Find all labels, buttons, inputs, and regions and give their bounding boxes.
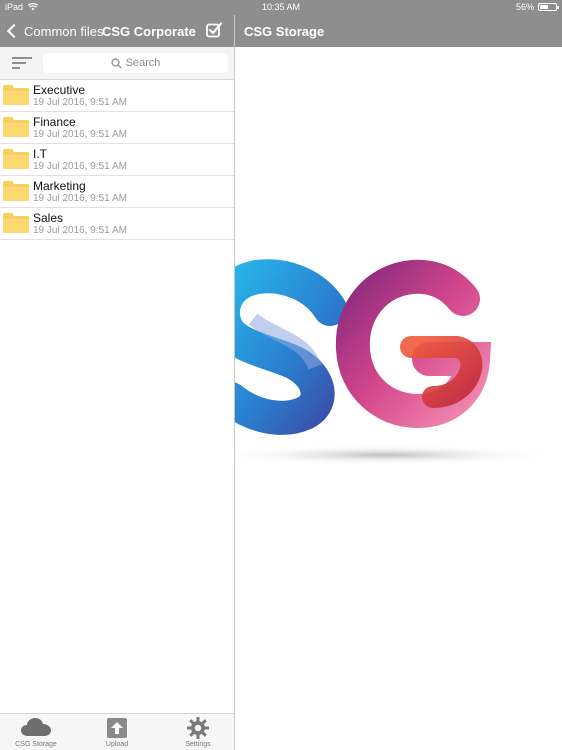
file-name: Finance: [33, 115, 76, 129]
chevron-left-icon: [6, 23, 22, 39]
file-name: Marketing: [33, 179, 86, 193]
preview-pane: [235, 47, 562, 750]
file-list: Executive 19 Jul 2016, 9:51 AM Finance 1…: [0, 80, 234, 240]
folder-title: CSG Corporate: [102, 24, 196, 39]
search-placeholder: Search: [125, 57, 161, 69]
csg-logo: [235, 259, 555, 465]
tab-settings[interactable]: Settings: [162, 714, 234, 750]
detail-title: CSG Storage: [244, 24, 325, 39]
search-input[interactable]: Search: [43, 53, 228, 73]
battery-icon: [538, 3, 559, 11]
gear-icon: [187, 717, 209, 739]
tab-label: Settings: [185, 741, 211, 748]
folder-icon: [3, 213, 29, 233]
file-name: I.T: [33, 147, 47, 161]
folder-icon: [3, 149, 29, 169]
tab-label: Upload: [105, 741, 129, 748]
folder-icon: [3, 85, 29, 105]
tab-bar: CSG Storage Upload Settings: [0, 713, 234, 750]
list-item[interactable]: Sales 19 Jul 2016, 9:51 AM: [0, 208, 234, 240]
tab-upload[interactable]: Upload: [82, 714, 152, 750]
file-date: 19 Jul 2016, 9:51 AM: [33, 161, 127, 172]
folder-icon: [3, 117, 29, 137]
tab-label: CSG Storage: [15, 741, 57, 748]
tab-csg-storage[interactable]: CSG Storage: [0, 714, 72, 750]
file-date: 19 Jul 2016, 9:51 AM: [33, 193, 127, 204]
status-time: 10:35 AM: [261, 2, 301, 12]
folder-icon: [3, 181, 29, 201]
list-item[interactable]: I.T 19 Jul 2016, 9:51 AM: [0, 144, 234, 176]
file-name: Sales: [33, 211, 64, 225]
search-bar: Search: [0, 47, 234, 80]
back-label: Common files: [24, 23, 104, 39]
upload-icon: [107, 718, 127, 738]
back-button[interactable]: Common files: [5, 20, 103, 42]
list-item[interactable]: Finance 19 Jul 2016, 9:51 AM: [0, 112, 234, 144]
master-header: Common files CSG Corporate: [0, 15, 234, 47]
battery-percent: 56%: [515, 2, 534, 12]
status-right: 56%: [515, 2, 559, 12]
checkbox-icon[interactable]: [206, 22, 222, 38]
sort-icon[interactable]: [12, 57, 32, 71]
list-item[interactable]: Executive 19 Jul 2016, 9:51 AM: [0, 80, 234, 112]
nav-header: Common files CSG Corporate CSG Storage: [0, 15, 562, 47]
file-date: 19 Jul 2016, 9:51 AM: [33, 225, 127, 236]
file-date: 19 Jul 2016, 9:51 AM: [33, 97, 127, 108]
status-bar: iPad 10:35 AM 56%: [0, 0, 562, 15]
file-date: 19 Jul 2016, 9:51 AM: [33, 129, 127, 140]
file-name: Executive: [33, 83, 86, 97]
search-icon: [110, 57, 122, 68]
cloud-icon: [21, 718, 51, 736]
list-item[interactable]: Marketing 19 Jul 2016, 9:51 AM: [0, 176, 234, 208]
